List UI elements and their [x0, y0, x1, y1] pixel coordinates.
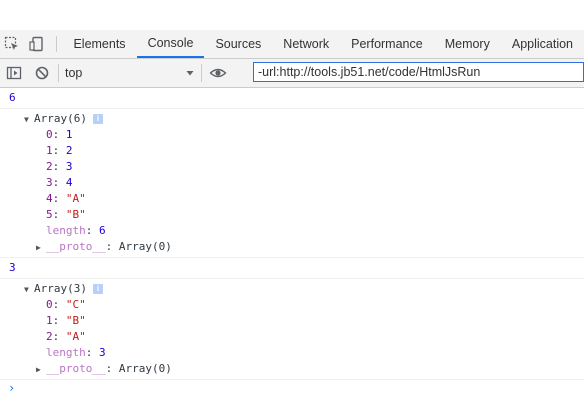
devtools-tab-bar: Elements Console Sources Network Perform… [0, 30, 584, 59]
log-value: 6 [9, 91, 16, 104]
entry-value: 3 [65, 160, 73, 173]
console-filter-input[interactable]: -url:http://tools.jb51.net/code/HtmlJsRu… [253, 62, 584, 82]
tab-application[interactable]: Application [501, 30, 584, 58]
array-summary: Array(3) [34, 282, 87, 295]
entry-key: 2 [46, 330, 53, 343]
entry-key: 2 [46, 160, 53, 173]
context-selector[interactable]: top [61, 62, 199, 84]
toolbar-divider [201, 64, 202, 82]
tab-elements[interactable]: Elements [62, 30, 136, 58]
entry-value: 1 [65, 128, 73, 141]
length-value: 6 [99, 224, 106, 237]
sidebar-toggle-icon [6, 66, 22, 80]
array-length: length: 6 [46, 224, 106, 237]
info-icon[interactable]: i [92, 114, 103, 124]
console-log-number: 3 [0, 258, 584, 279]
length-key: length [46, 346, 86, 359]
length-value: 3 [99, 346, 106, 359]
device-mode-icon [29, 36, 43, 52]
console-array-message: ▼ Array(6) i 0: 1 1: 2 2: 3 3: 4 4: "A" 5:… [0, 109, 584, 258]
console-toolbar: top -url:http://tools.jb51.net/code/Html… [0, 59, 584, 88]
array-summary: Array(6) [34, 112, 87, 125]
clear-console-button[interactable] [28, 59, 56, 87]
array-entry: 1: "B" [46, 314, 86, 327]
entry-value: 2 [65, 144, 73, 157]
prompt-chevron-icon: › [8, 381, 16, 395]
console-array-message: ▼ Array(3) i 0: "C" 1: "B" 2: "A" length: … [0, 279, 584, 380]
entry-key: 1 [46, 314, 53, 327]
live-expression-button[interactable] [204, 59, 232, 87]
toolbar-divider [58, 64, 59, 82]
window-top-space [0, 0, 584, 30]
tab-sources[interactable]: Sources [204, 30, 272, 58]
array-proto[interactable]: ▶ __proto__: Array(0) [0, 239, 584, 255]
tab-bar-divider [55, 36, 57, 52]
array-entry: 4: "A" [46, 192, 86, 205]
entry-value: "B" [65, 314, 86, 327]
context-selector-value: top [65, 66, 83, 80]
array-length: length: 3 [46, 346, 106, 359]
array-proto[interactable]: ▶ __proto__: Array(0) [0, 361, 584, 377]
expanded-triangle-icon[interactable]: ▼ [24, 112, 34, 128]
entry-value: "A" [65, 192, 86, 205]
tab-performance[interactable]: Performance [340, 30, 434, 58]
inspect-element-button[interactable] [0, 30, 25, 58]
info-icon[interactable]: i [92, 284, 103, 294]
entry-key: 0 [46, 298, 53, 311]
inspect-cursor-icon [5, 36, 19, 50]
show-sidebar-button[interactable] [0, 59, 28, 87]
array-entry: 3: 4 [46, 176, 73, 189]
collapsed-triangle-icon[interactable]: ▶ [36, 362, 46, 378]
entry-key: 3 [46, 176, 53, 189]
proto-key: __proto__ [46, 240, 106, 253]
device-toolbar-button[interactable] [25, 30, 50, 58]
entry-value: 4 [65, 176, 73, 189]
array-entry: 2: 3 [46, 160, 73, 173]
entry-key: 0 [46, 128, 53, 141]
collapsed-triangle-icon[interactable]: ▶ [36, 240, 46, 256]
proto-value: Array(0) [118, 362, 172, 375]
array-entry: 0: "C" [46, 298, 86, 311]
length-key: length [46, 224, 86, 237]
array-header[interactable]: ▼ Array(3) i [0, 281, 584, 297]
entry-value: "B" [65, 208, 86, 221]
dropdown-arrow-icon [186, 71, 194, 76]
expanded-triangle-icon[interactable]: ▼ [24, 282, 34, 298]
array-entry: 0: 1 [46, 128, 73, 141]
array-entry: 2: "A" [46, 330, 86, 343]
console-messages: 6 ▼ Array(6) i 0: 1 1: 2 2: 3 3: 4 4: "A" … [0, 88, 584, 398]
entry-key: 1 [46, 144, 53, 157]
clear-console-icon [35, 66, 49, 80]
console-prompt[interactable]: › [0, 380, 584, 398]
array-entry: 1: 2 [46, 144, 73, 157]
tab-network[interactable]: Network [272, 30, 340, 58]
console-log-number: 6 [0, 88, 584, 109]
array-header[interactable]: ▼ Array(6) i [0, 111, 584, 127]
tab-console[interactable]: Console [136, 30, 205, 58]
tab-memory[interactable]: Memory [434, 30, 501, 58]
log-value: 3 [9, 261, 16, 274]
array-entry: 5: "B" [46, 208, 86, 221]
entry-key: 4 [46, 192, 53, 205]
eye-icon [209, 68, 227, 78]
entry-value: "A" [65, 330, 86, 343]
entry-key: 5 [46, 208, 53, 221]
proto-value: Array(0) [118, 240, 172, 253]
proto-key: __proto__ [46, 362, 106, 375]
entry-value: "C" [65, 298, 86, 311]
